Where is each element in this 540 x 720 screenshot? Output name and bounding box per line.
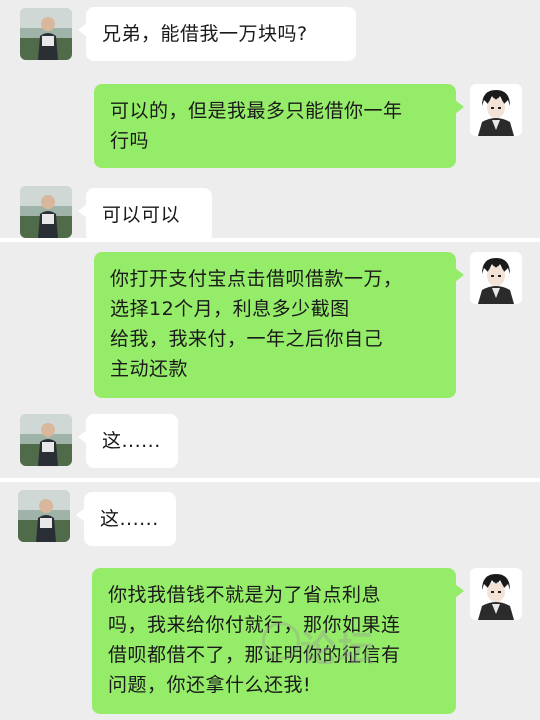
message-text: 这......: [100, 508, 159, 530]
me-avatar[interactable]: [470, 84, 522, 136]
friend-avatar-icon: [20, 186, 72, 238]
friend-avatar[interactable]: [18, 490, 70, 542]
message-line: 主动还款: [110, 358, 189, 380]
chat-panel-1: 兄弟，能借我一万块吗? 可以的，但是我最多只能借你一年 行吗 可以可以: [0, 0, 540, 238]
friend-message-bubble[interactable]: 可以可以: [78, 188, 212, 238]
chat-panel-2: 你打开支付宝点击借呗借款一万， 选择12个月，利息多少截图 给我，我来付，一年之…: [0, 242, 540, 478]
anime-boy-avatar-icon: [470, 568, 522, 620]
me-avatar[interactable]: [470, 568, 522, 620]
anime-boy-avatar-icon: [470, 252, 522, 304]
me-message-bubble[interactable]: 可以的，但是我最多只能借你一年 行吗: [94, 84, 464, 168]
friend-avatar[interactable]: [20, 8, 72, 60]
me-avatar[interactable]: [470, 252, 522, 304]
watermark-logo-icon: [262, 622, 300, 660]
friend-avatar[interactable]: [20, 186, 72, 238]
me-message-bubble[interactable]: 你打开支付宝点击借呗借款一万， 选择12个月，利息多少截图 给我，我来付，一年之…: [94, 252, 464, 398]
message-line: 给我，我来付，一年之后你自己: [110, 328, 384, 350]
friend-avatar-icon: [18, 490, 70, 542]
chat-panel-3: 这...... 你找我借钱不就是为了省点利息 吗，我来给你付就行，那你如果连 借…: [0, 482, 540, 720]
watermark-text: 论坛: [300, 629, 377, 670]
friend-avatar[interactable]: [20, 414, 72, 466]
friend-message-bubble[interactable]: 这......: [76, 492, 176, 546]
message-line: 可以的，但是我最多只能借你一年: [110, 100, 403, 122]
message-line: 你找我借钱不就是为了省点利息: [108, 584, 382, 606]
message-line: 你打开支付宝点击借呗借款一万，: [110, 268, 403, 290]
message-text: 兄弟，能借我一万块吗?: [102, 23, 308, 45]
friend-message-bubble[interactable]: 这......: [78, 414, 178, 468]
message-line: 行吗: [110, 130, 150, 152]
friend-avatar-icon: [20, 8, 72, 60]
friend-avatar-icon: [20, 414, 72, 466]
message-text: 这......: [102, 430, 161, 452]
anime-boy-avatar-icon: [470, 84, 522, 136]
message-line: 选择12个月，利息多少截图: [110, 298, 350, 320]
friend-message-bubble[interactable]: 兄弟，能借我一万块吗?: [78, 7, 356, 61]
message-text: 可以可以: [102, 204, 181, 226]
message-line: 问题，你还拿什么还我!: [108, 674, 312, 696]
